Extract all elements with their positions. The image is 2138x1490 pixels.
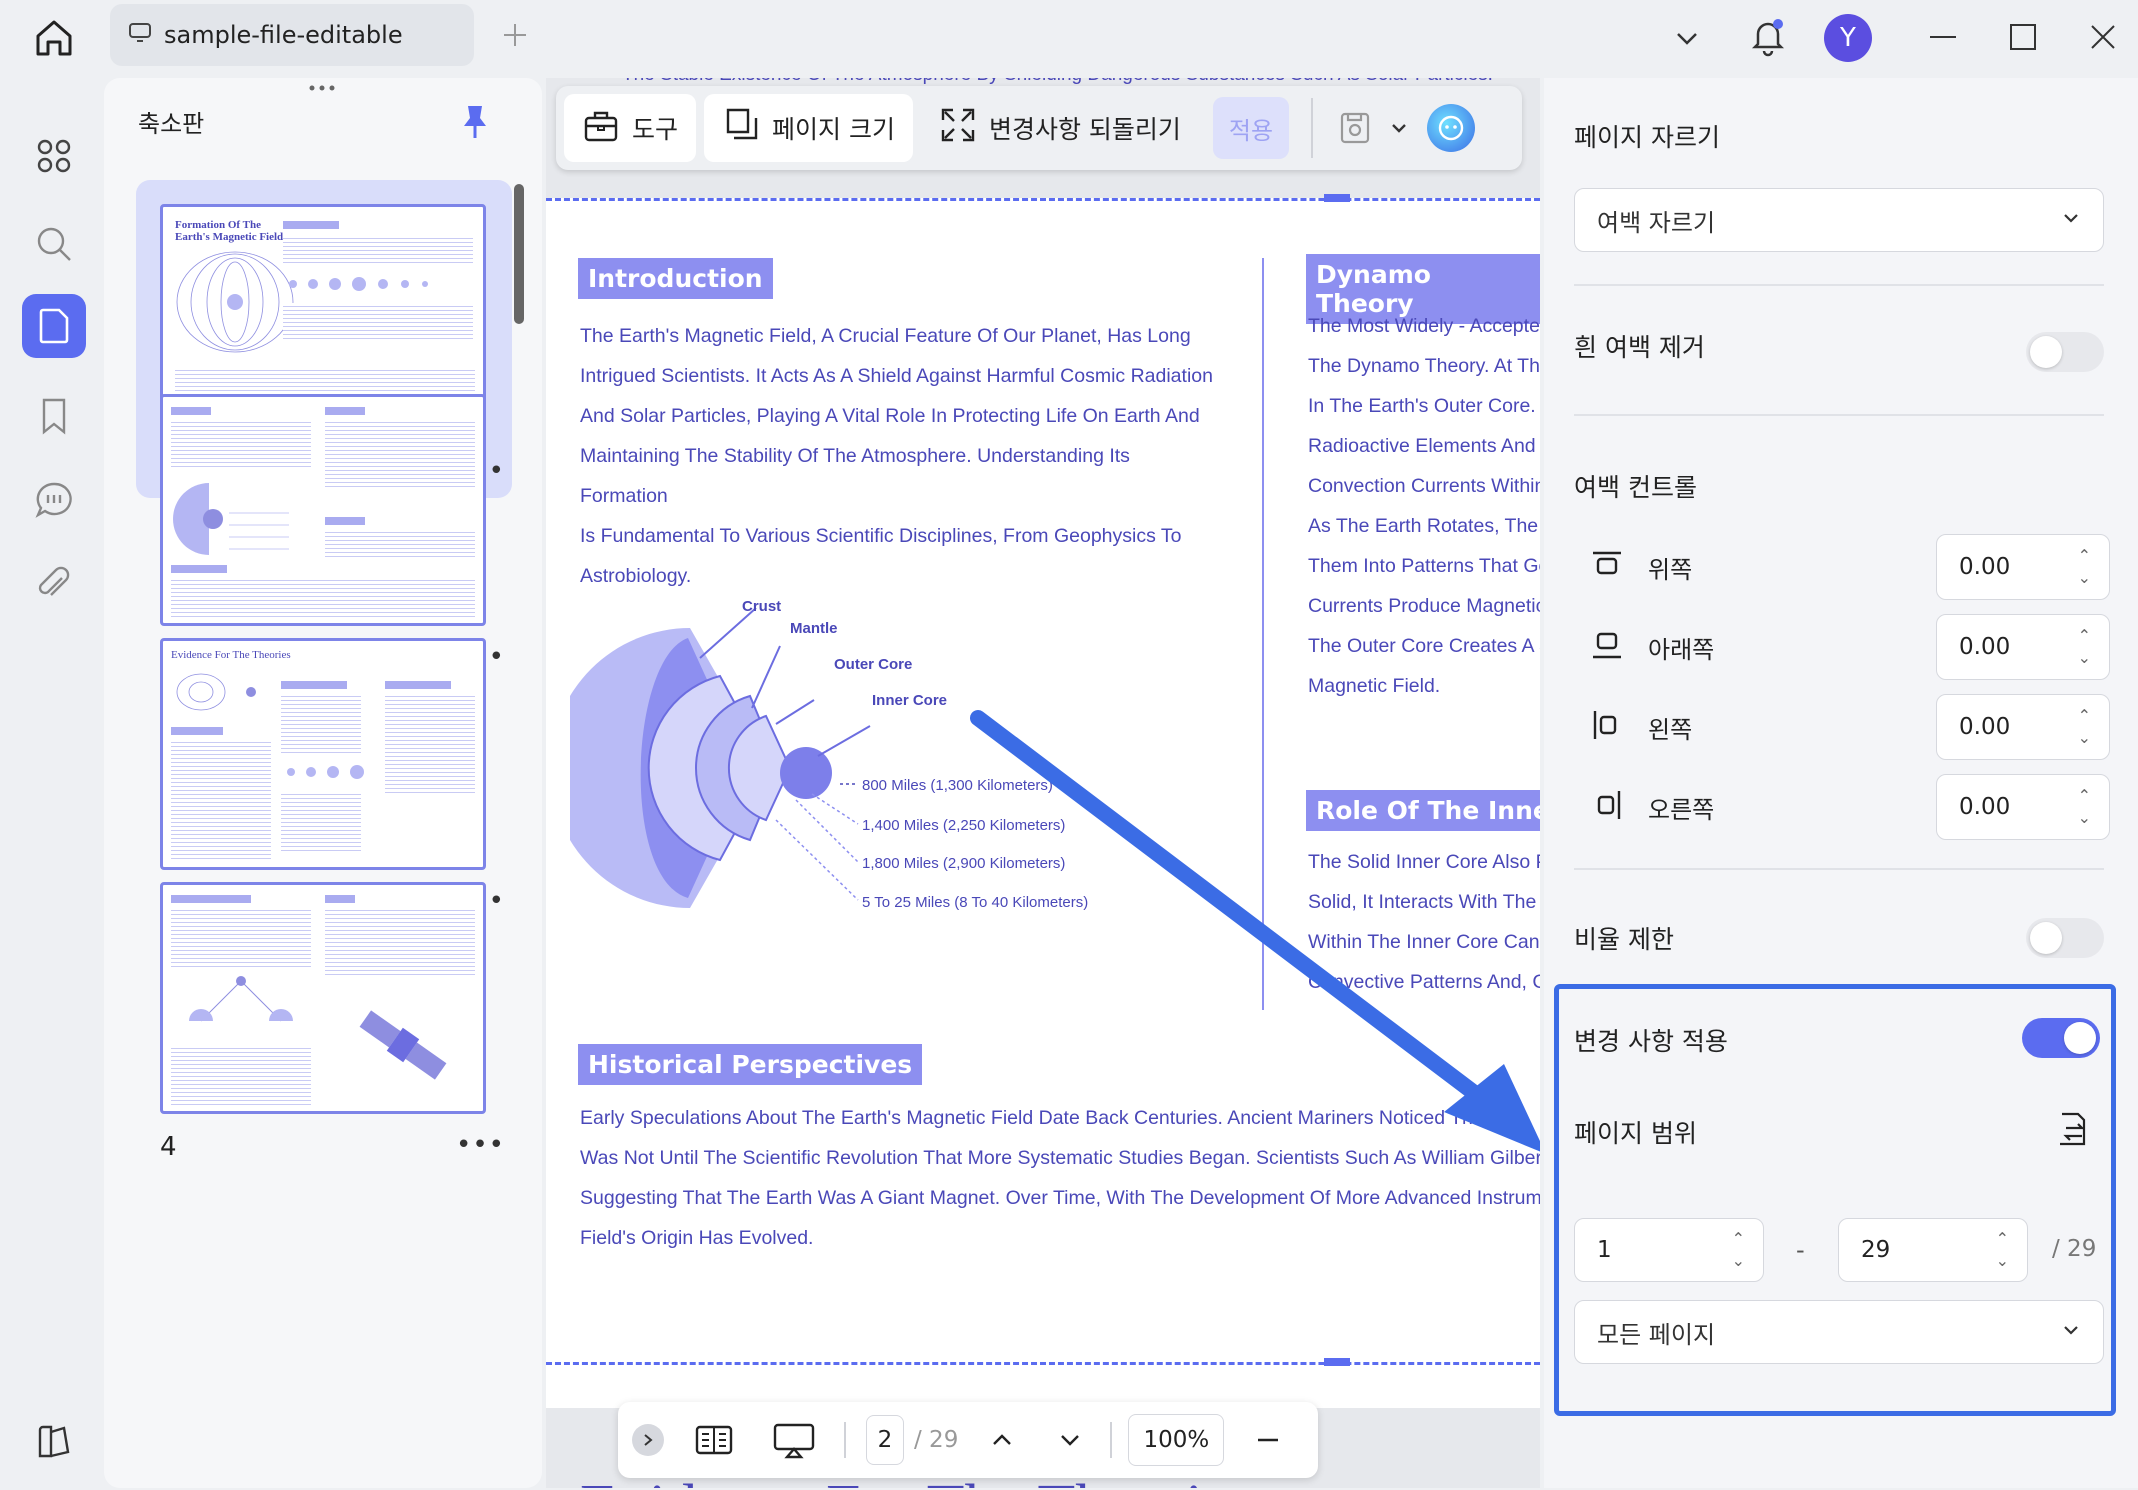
- margin-left-value: 0.00: [1959, 714, 2011, 740]
- document-tab[interactable]: sample-file-editable: [110, 4, 474, 66]
- pin-icon[interactable]: [458, 102, 492, 142]
- margin-right-value: 0.00: [1959, 794, 2011, 820]
- margin-row-bottom: 아래쪽 0.00 ⌃ ⌄: [1590, 614, 2110, 680]
- thumb-heading: Formation Of The Earth's Magnetic Field: [175, 219, 284, 243]
- panel-layout-icon[interactable]: [22, 1410, 86, 1474]
- chevron-down-icon: [2061, 206, 2081, 234]
- document-viewer: The Stable Existence Of The Atmosphere B…: [546, 78, 1540, 1488]
- expand-arrows-icon: [939, 106, 977, 150]
- page-size-icon: [722, 106, 760, 150]
- comment-icon[interactable]: [22, 468, 86, 532]
- ai-assistant-icon[interactable]: [1427, 104, 1476, 152]
- margin-top-value: 0.00: [1959, 554, 2011, 580]
- tab-title: sample-file-editable: [164, 21, 403, 49]
- page-thumbnail-icon[interactable]: [22, 294, 86, 358]
- minimize-icon[interactable]: [1926, 20, 1960, 54]
- remove-white-margin-toggle[interactable]: [2026, 332, 2104, 372]
- stepper-arrows-icon[interactable]: ⌃ ⌄: [2078, 705, 2091, 749]
- margin-top-stepper[interactable]: 0.00 ⌃ ⌄: [1936, 534, 2110, 600]
- stepper-arrows-icon[interactable]: ⌃ ⌄: [2078, 625, 2091, 669]
- page-size-label: 페이지 크기: [772, 115, 895, 144]
- close-window-icon[interactable]: [2086, 20, 2120, 54]
- highlight-frame: [1554, 984, 2116, 1416]
- margin-left-stepper[interactable]: 0.00 ⌃ ⌄: [1936, 694, 2110, 760]
- margin-right-stepper[interactable]: 0.00 ⌃ ⌄: [1936, 774, 2110, 840]
- scrollbar-thumb[interactable]: [514, 184, 524, 324]
- save-icon[interactable]: [1337, 110, 1373, 146]
- page-navigation-bar: / 29 100%: [618, 1402, 1318, 1478]
- chevron-up-icon[interactable]: [988, 1426, 1016, 1454]
- crop-toolbar: 도구 페이지 크기 변경사항 되돌리기 적용: [556, 86, 1522, 170]
- home-icon[interactable]: [30, 14, 78, 62]
- ratio-lock-label: 비율 제한: [1574, 925, 1674, 954]
- margin-bottom-stepper[interactable]: 0.00 ⌃ ⌄: [1936, 614, 2110, 680]
- toolbar-separator: [1311, 98, 1314, 158]
- annotation-arrow: [970, 710, 1540, 1152]
- thumbnail-page-2[interactable]: [160, 394, 486, 626]
- apply-button[interactable]: 적용: [1212, 97, 1290, 159]
- crop-mode-value: 여백 자르기: [1597, 208, 1716, 237]
- maximize-icon[interactable]: [2006, 20, 2040, 54]
- divider: [1574, 414, 2104, 416]
- remove-white-margin-label: 흰 여백 제거: [1574, 333, 1705, 362]
- divider: [1574, 868, 2104, 870]
- divider: [1574, 284, 2104, 286]
- tools-label: 도구: [632, 115, 679, 144]
- thumbnail-more-button[interactable]: •••: [456, 1130, 505, 1160]
- thumb-heading: Evidence For The Theories: [171, 649, 291, 661]
- notification-bell-icon[interactable]: [1746, 14, 1790, 58]
- search-icon[interactable]: [22, 212, 86, 276]
- left-rail: [8, 78, 100, 1488]
- user-avatar[interactable]: Y: [1824, 14, 1872, 62]
- presentation-icon[interactable]: [772, 1420, 816, 1460]
- zoom-out-icon[interactable]: [1254, 1426, 1282, 1454]
- stepper-arrows-icon[interactable]: ⌃ ⌄: [2078, 545, 2091, 589]
- margin-right-label: 오른쪽: [1648, 795, 1715, 824]
- toolbar-separator: [844, 1422, 846, 1458]
- cloud-icon: [128, 21, 152, 49]
- margin-left-icon: [1590, 708, 1624, 746]
- margin-top-label: 위쪽: [1648, 555, 1693, 584]
- page-size-button[interactable]: 페이지 크기: [704, 94, 913, 162]
- thumbnail-panel: 축소판 Formation Of The Earth's Magnetic Fi…: [104, 78, 542, 1488]
- margin-bottom-value: 0.00: [1959, 634, 2011, 660]
- stepper-arrows-icon[interactable]: ⌃ ⌄: [2078, 785, 2091, 829]
- margin-control-title: 여백 컨트롤: [1574, 473, 1697, 502]
- margin-bottom-label: 아래쪽: [1648, 635, 1715, 664]
- page-number-input[interactable]: [866, 1415, 904, 1465]
- thumbnail-page-4[interactable]: [160, 882, 486, 1114]
- toolbox-icon: [582, 106, 620, 150]
- two-page-view-icon[interactable]: [694, 1420, 734, 1460]
- margin-right-icon: [1590, 788, 1624, 826]
- chevron-down-icon[interactable]: [1670, 22, 1704, 56]
- attachment-icon[interactable]: [22, 552, 86, 616]
- thumbnail-panel-title: 축소판: [138, 110, 205, 138]
- drag-handle-icon[interactable]: [302, 80, 342, 96]
- chevron-right-icon[interactable]: [632, 1424, 664, 1456]
- thumbnail-page-3[interactable]: Evidence For The Theories: [160, 638, 486, 870]
- ratio-lock-toggle[interactable]: [2026, 918, 2104, 958]
- tools-button[interactable]: 도구: [564, 94, 697, 162]
- page-total: / 29: [914, 1427, 959, 1453]
- margin-left-label: 왼쪽: [1648, 715, 1693, 744]
- toolbar-separator: [1110, 1422, 1113, 1458]
- chevron-down-icon[interactable]: [1056, 1426, 1084, 1454]
- title-bar: sample-file-editable Y: [0, 0, 2138, 76]
- thumbnail-page-number: 4: [160, 1132, 177, 1162]
- margin-row-left: 왼쪽 0.00 ⌃ ⌄: [1590, 694, 2110, 760]
- revert-changes-button[interactable]: 변경사항 되돌리기: [921, 94, 1199, 162]
- margin-top-icon: [1590, 548, 1624, 586]
- revert-label: 변경사항 되돌리기: [988, 115, 1181, 144]
- new-tab-icon[interactable]: [498, 18, 532, 52]
- chevron-down-icon[interactable]: [1387, 116, 1411, 140]
- zoom-level[interactable]: 100%: [1128, 1414, 1225, 1466]
- crop-mode-dropdown[interactable]: 여백 자르기: [1574, 188, 2104, 252]
- margin-bottom-icon: [1590, 628, 1624, 666]
- panel-title: 페이지 자르기: [1574, 123, 1720, 152]
- bookmark-icon[interactable]: [22, 384, 86, 448]
- margin-row-right: 오른쪽 0.00 ⌃ ⌄: [1590, 774, 2110, 840]
- apps-icon[interactable]: [22, 124, 86, 188]
- margin-row-top: 위쪽 0.00 ⌃ ⌄: [1590, 534, 2110, 600]
